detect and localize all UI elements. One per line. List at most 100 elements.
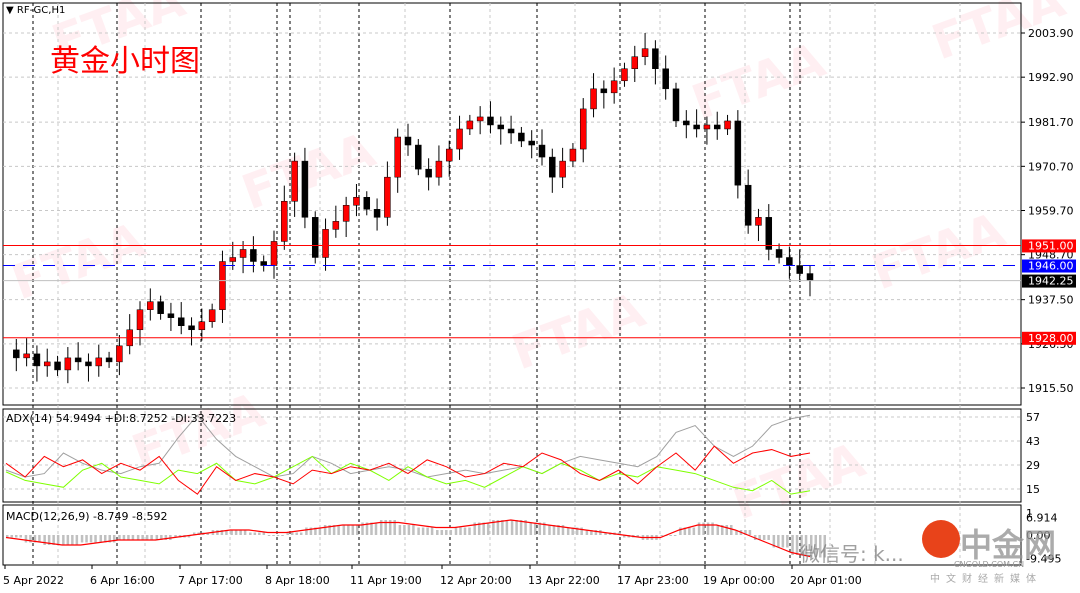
candle-bear: [806, 273, 814, 281]
watermark-ftaa: FTAA: [5, 212, 152, 311]
logo-tag: 中文财经新媒体: [930, 574, 1042, 585]
macd-histogram-bar: [688, 527, 691, 535]
macd-histogram-bar: [112, 535, 116, 543]
time-tick-label: 19 Apr 00:00: [703, 574, 775, 587]
candle-bull: [384, 176, 391, 218]
price-tick-label: 1981.70: [1028, 116, 1074, 129]
candle-bull: [610, 80, 618, 94]
adx-tick-label: 15: [1026, 483, 1040, 496]
candle-bear: [796, 265, 803, 274]
candle-bear: [497, 124, 505, 130]
macd-histogram-bar: [482, 522, 485, 535]
macd-histogram-bar: [505, 520, 509, 535]
macd-histogram-bar: [243, 530, 247, 535]
candle-bear: [301, 160, 309, 218]
symbol-label: ▼ RF-GC,H1: [6, 5, 65, 16]
candle-bull: [116, 345, 123, 363]
price-tick-label: 1915.50: [1028, 382, 1074, 395]
macd-histogram-bar: [253, 532, 257, 535]
macd-histogram-bar: [145, 535, 149, 540]
candle-bull: [641, 48, 649, 57]
macd-histogram-bar: [94, 535, 97, 543]
time-tick-label: 13 Apr 22:00: [528, 574, 600, 587]
macd-histogram-bar: [290, 532, 294, 535]
candle-bull: [755, 217, 762, 226]
candle-bear: [652, 48, 659, 69]
macd-histogram-bar: [529, 522, 533, 535]
macd-histogram-bar: [122, 535, 126, 540]
macd-histogram-bar: [692, 527, 696, 535]
macd-histogram-bar: [459, 527, 462, 535]
watermark-ftaa: FTAA: [725, 432, 872, 531]
candle-bear: [260, 261, 267, 266]
level-label: 1951.00: [1028, 239, 1074, 252]
adx-line-+DI: [5, 455, 811, 495]
adx-label: ADX(14) 54.9494 +DI:8.7252 -DI:33.7223: [6, 412, 237, 425]
macd-histogram-bar: [118, 535, 121, 540]
time-tick-label: 7 Apr 17:00: [178, 574, 243, 587]
macd-histogram-bar: [305, 527, 308, 535]
candle-bear: [549, 156, 556, 178]
dropdown-icon[interactable]: ▼: [6, 5, 17, 16]
price-tick-label: 1992.90: [1028, 71, 1074, 84]
candle-bear: [683, 120, 690, 126]
macd-histogram-bar: [786, 535, 789, 548]
logo-sub: CNGOLD.COM.CN: [954, 560, 1025, 569]
symbol-text: RF-GC,H1: [16, 5, 66, 16]
candle-bull: [342, 205, 350, 222]
macd-histogram-bar: [430, 527, 434, 535]
macd-histogram-bar: [272, 535, 275, 536]
macd-histogram-bar: [356, 525, 359, 535]
macd-histogram-bar: [398, 525, 402, 535]
candle-bull: [219, 261, 226, 310]
candle-bull: [445, 148, 453, 162]
adx-tick-label: 43: [1026, 435, 1040, 448]
candle-bear: [167, 313, 175, 318]
macd-histogram-bar: [299, 532, 303, 535]
candle-bull: [281, 201, 288, 242]
macd-histogram-bar: [519, 520, 523, 535]
candle-bull: [621, 68, 628, 82]
macd-histogram-bar: [131, 535, 135, 540]
macd-histogram-bar: [239, 530, 242, 535]
macd-histogram-bar: [548, 525, 551, 535]
macd-histogram-bar: [62, 535, 65, 545]
candle-bear: [425, 168, 432, 178]
macd-histogram-bar: [66, 535, 70, 545]
candle-bull: [95, 357, 103, 367]
candle-bear: [373, 209, 381, 218]
candle-bear: [311, 217, 319, 258]
candle-bear: [662, 68, 669, 90]
candle-bear: [54, 361, 61, 371]
candle-bear: [74, 357, 82, 363]
macd-histogram-bar: [767, 535, 770, 540]
candle-bull: [435, 160, 443, 178]
macd-histogram-bar: [99, 535, 102, 543]
macd-histogram-bar: [515, 520, 518, 535]
macd-histogram-bar: [679, 527, 682, 535]
candle-bull: [456, 128, 463, 150]
adx-tick-label: 57: [1026, 411, 1040, 424]
time-tick-label: 11 Apr 19:00: [350, 574, 422, 587]
macd-histogram-bar: [295, 532, 298, 535]
macd-histogram-bar: [347, 525, 350, 535]
candle-bear: [177, 317, 185, 327]
candle-bear: [600, 88, 608, 94]
wechat-watermark: 微信号: k...: [800, 542, 904, 566]
candle-bull: [353, 196, 360, 206]
macd-histogram-bar: [136, 535, 140, 540]
candle-bear: [105, 357, 113, 363]
macd-histogram-bar: [762, 535, 766, 540]
candle-bear: [528, 140, 535, 146]
macd-histogram-bar: [725, 525, 729, 535]
time-tick-label: 6 Apr 16:00: [90, 574, 155, 587]
macd-histogram-bar: [351, 525, 355, 535]
candle-bull: [147, 301, 154, 310]
candle-bull: [466, 120, 474, 130]
candle-bull: [394, 136, 401, 178]
candle-bear: [85, 361, 92, 367]
candle-bull: [291, 160, 298, 202]
candle-bear: [188, 325, 195, 331]
macd-histogram-bar: [454, 527, 458, 535]
macd-histogram-bar: [445, 530, 448, 535]
